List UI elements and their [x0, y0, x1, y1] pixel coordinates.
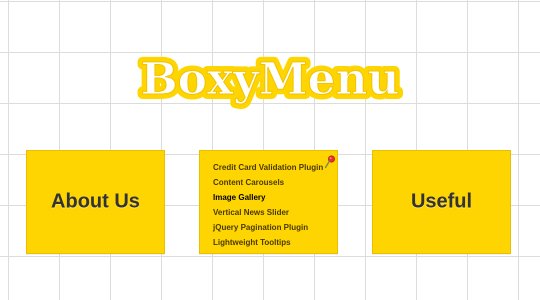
menu-item-vertical-news-slider[interactable]: Vertical News Slider — [213, 205, 323, 220]
menu-item-lightweight-tooltips[interactable]: Lightweight Tooltips — [213, 235, 323, 250]
projects-menu-list: Credit Card Validation Plugin Content Ca… — [213, 160, 323, 250]
logo-text: BoxyMenu — [140, 54, 399, 105]
about-us-label[interactable]: About Us — [27, 191, 164, 214]
useful-box[interactable]: Useful — [372, 150, 511, 254]
about-us-box[interactable]: About Us — [26, 150, 165, 254]
menu-item-content-carousels[interactable]: Content Carousels — [213, 175, 323, 190]
menu-item-jquery-pagination[interactable]: jQuery Pagination Plugin — [213, 220, 323, 235]
menu-item-credit-card-validation[interactable]: Credit Card Validation Plugin — [213, 160, 323, 175]
menu-item-image-gallery[interactable]: Image Gallery — [213, 190, 323, 205]
boxymenu-logo: BoxyMenu BoxyMenu — [120, 48, 420, 110]
projects-menu-box: Credit Card Validation Plugin Content Ca… — [199, 150, 338, 254]
useful-label[interactable]: Useful — [373, 191, 510, 214]
pushpin-icon — [324, 155, 336, 169]
